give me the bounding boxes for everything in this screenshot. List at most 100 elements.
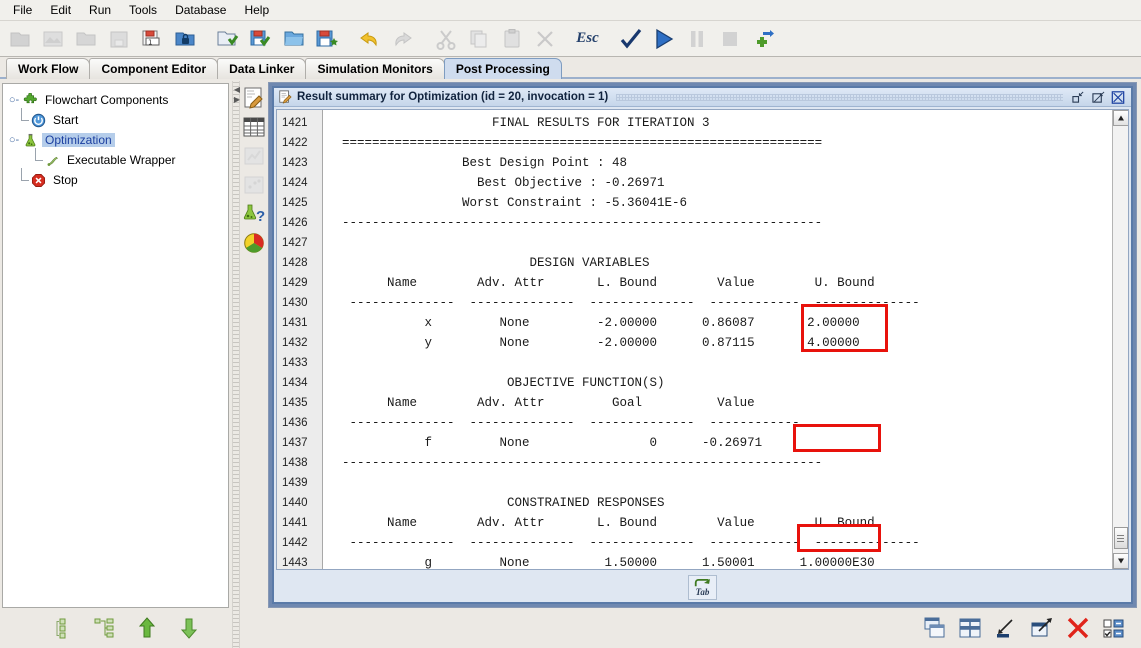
save-new-icon[interactable] [310,23,343,55]
menu-edit[interactable]: Edit [41,1,80,19]
move-up-icon[interactable] [134,615,160,641]
scatter-disabled-icon[interactable] [241,172,267,198]
copy-icon[interactable] [462,23,495,55]
cascade-windows-icon[interactable] [921,615,947,641]
code-line: y None -2.00000 0.87115 4.00000 [327,336,860,350]
split-pane-divider[interactable]: ◀ ▶ [232,81,240,648]
minimize-all-icon[interactable] [993,615,1019,641]
close-button[interactable] [1111,90,1125,104]
pause-icon[interactable] [680,23,713,55]
close-all-icon[interactable] [1065,615,1091,641]
text-editor[interactable]: 1421 1422 1423 1424 1425 1426 1427 1428 … [276,109,1129,570]
line-number: 1442 [282,537,308,549]
code-text-area[interactable]: FINAL RESULTS FOR ITERATION 3 ==========… [323,110,1112,569]
redo-icon[interactable] [386,23,419,55]
open-recent-icon[interactable] [36,23,69,55]
window-manager-toolbar [268,608,1139,648]
tab-post-processing[interactable]: Post Processing [443,58,562,79]
svg-text:1: 1 [148,38,152,46]
line-number: 1440 [282,497,308,509]
line-number-gutter: 1421 1422 1423 1424 1425 1426 1427 1428 … [277,110,323,569]
move-down-icon[interactable] [176,615,202,641]
code-line: Best Design Point : 48 [327,156,628,170]
code-line: OBJECTIVE FUNCTION(S) [327,376,665,390]
save-disabled-icon[interactable] [102,23,135,55]
tab-work-flow[interactable]: Work Flow [6,58,91,79]
tree-node-start[interactable]: Start [7,108,228,130]
delete-x-icon[interactable] [528,23,561,55]
tab-data-linker[interactable]: Data Linker [217,58,307,79]
code-line: Name Adv. Attr L. Bound Value U. Bound [327,516,875,530]
save-as-icon[interactable]: 1 [135,23,168,55]
scrollbar-track[interactable] [1112,126,1128,553]
line-number: 1435 [282,397,308,409]
plugin-export-icon[interactable] [746,23,779,55]
tree-label: Stop [53,173,78,187]
esc-icon[interactable]: Esc [571,23,604,55]
paste-icon[interactable] [495,23,528,55]
code-line: ========================================… [327,136,823,150]
stop-red-icon [29,172,47,188]
tree-node-executable-wrapper[interactable]: Executable Wrapper [7,148,228,170]
flask-help-icon[interactable]: ? [241,201,267,227]
pie-chart-icon[interactable] [241,230,267,256]
line-number: 1421 [282,117,308,129]
scroll-up-button[interactable] [1112,110,1128,126]
collapse-right-arrow-icon[interactable]: ▶ [233,95,241,104]
minimize-button[interactable] [1071,90,1085,104]
run-icon[interactable] [647,23,680,55]
menu-database[interactable]: Database [166,1,235,19]
menu-file[interactable]: File [4,1,41,19]
new-project-icon[interactable] [3,23,36,55]
report-edit-icon[interactable] [241,85,267,111]
menu-run[interactable]: Run [80,1,120,19]
cut-icon[interactable] [429,23,462,55]
check-icon[interactable] [614,23,647,55]
maximize-button[interactable] [1091,90,1105,104]
chart-disabled-icon[interactable] [241,143,267,169]
editor-vertical-scrollbar[interactable] [1112,110,1128,569]
menu-tools[interactable]: Tools [120,1,166,19]
code-line: f None 0 -0.26971 [327,436,763,450]
table-grid-icon[interactable] [241,114,267,140]
code-line: ----------------------------------------… [327,456,823,470]
code-line: FINAL RESULTS FOR ITERATION 3 [327,116,710,130]
code-line: g None 1.50000 1.50001 1.00000E30 [327,556,875,569]
left-bottom-toolbar [2,608,232,648]
undo-icon[interactable] [353,23,386,55]
open-check-icon[interactable] [211,23,244,55]
svg-text:?: ? [256,208,265,225]
line-number: 1439 [282,477,308,489]
restore-all-icon[interactable] [1029,615,1055,641]
tree-node-flowchart-components[interactable]: ○- Flowchart Components [7,90,228,110]
flowchart-tree-panel: ○- Flowchart Components Start ○- Optimiz… [2,83,229,608]
lock-folder-icon[interactable] [168,23,201,55]
tree-node-stop[interactable]: Stop [7,168,228,190]
save-check-icon[interactable] [244,23,277,55]
collapse-left-arrow-icon[interactable]: ◀ [233,85,241,94]
tab-simulation-monitors[interactable]: Simulation Monitors [305,58,445,79]
scrollbar-thumb[interactable] [1113,527,1128,549]
list-nodes-icon[interactable] [50,615,76,641]
stop-icon[interactable] [713,23,746,55]
left-panel: ○- Flowchart Components Start ○- Optimiz… [0,81,232,648]
line-number: 1431 [282,317,308,329]
expand-handle-icon[interactable]: ○- [7,134,21,146]
tab-component-editor[interactable]: Component Editor [89,58,219,79]
scroll-down-button[interactable] [1112,553,1128,569]
mdi-desktop: Result summary for Optimization (id = 20… [268,82,1137,608]
line-number: 1422 [282,137,308,149]
tree-nodes-icon[interactable] [92,615,118,641]
post-processing-tools: ? [240,81,268,648]
tree-node-optimization[interactable]: ○- Optimization [7,130,228,150]
tile-windows-icon[interactable] [957,615,983,641]
tab-toggle-button[interactable]: Tab [688,574,717,600]
window-title-bar[interactable]: Result summary for Optimization (id = 20… [274,88,1131,107]
folder-blue-icon[interactable] [277,23,310,55]
open-folder-icon[interactable] [69,23,102,55]
menu-help[interactable]: Help [235,1,278,19]
expand-handle-icon[interactable]: ○- [7,94,21,106]
wrapper-icon [43,152,61,168]
select-windows-icon[interactable] [1101,615,1127,641]
